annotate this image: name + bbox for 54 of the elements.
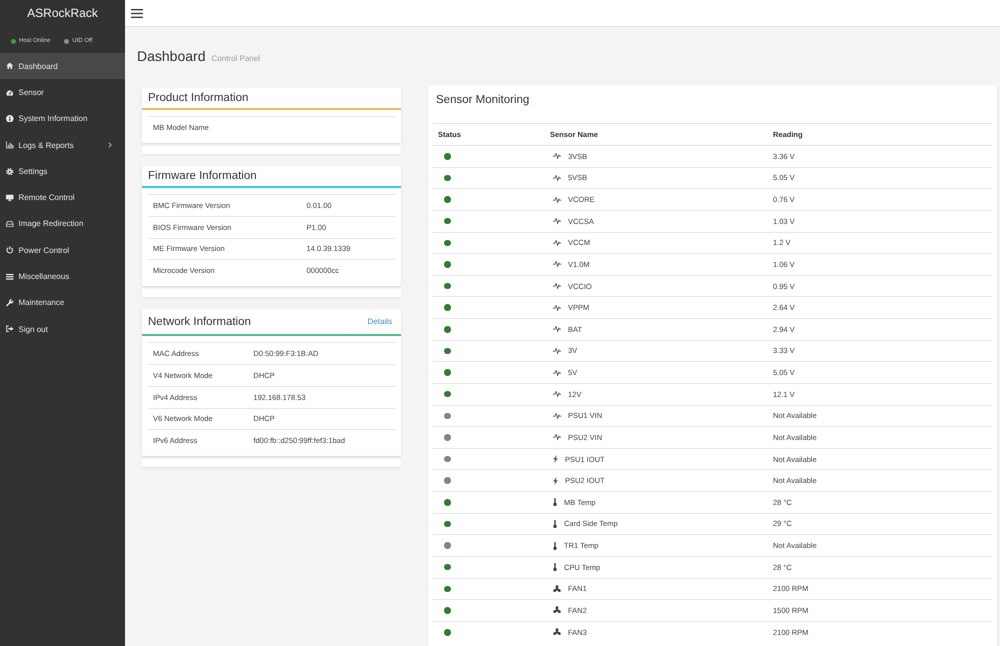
pulse-icon <box>553 391 561 398</box>
fan-icon <box>553 584 561 593</box>
power-icon <box>6 246 14 254</box>
fan-icon <box>553 606 561 614</box>
brand-title: ASRockRack <box>27 6 98 20</box>
gear-icon <box>6 168 14 176</box>
pulse-icon <box>553 370 561 376</box>
info-icon <box>6 114 14 122</box>
card-title: Firmware Information <box>148 169 257 184</box>
pulse-icon <box>553 261 561 268</box>
pulse-icon <box>553 326 561 332</box>
nav-item[interactable]: Maintenance <box>0 290 125 316</box>
nav-item[interactable]: Miscellaneous <box>0 263 125 290</box>
wrench-icon <box>6 299 14 307</box>
drive-icon <box>6 220 14 228</box>
pulse-icon <box>553 153 561 160</box>
home-icon <box>6 62 14 70</box>
bar-chart-icon <box>6 141 14 149</box>
list-icon <box>6 272 14 280</box>
thermometer-icon <box>553 498 557 506</box>
bolt-icon <box>553 476 558 485</box>
pulse-icon <box>553 434 561 440</box>
fan-icon <box>553 628 561 636</box>
pulse-icon <box>553 240 561 246</box>
nav-item[interactable]: Remote Control <box>0 184 125 211</box>
monitor-icon <box>6 194 14 202</box>
gauge-icon <box>6 88 14 96</box>
pulse-icon <box>553 174 561 181</box>
nav-item[interactable]: Sensor <box>0 79 125 106</box>
card-title: Product Information <box>148 91 248 105</box>
page-subtitle: Control Panel <box>212 54 260 63</box>
card-title: Sensor Monitoring <box>436 94 530 106</box>
nav-item[interactable]: Dashboard <box>0 53 125 80</box>
pulse-icon <box>553 304 561 311</box>
pulse-icon <box>553 196 561 203</box>
thermometer-icon <box>553 542 557 550</box>
nav-item[interactable]: Power Control <box>0 237 125 264</box>
bolt-icon <box>553 455 558 464</box>
pulse-icon <box>553 348 561 354</box>
sign-out-icon <box>6 325 14 333</box>
nav-item[interactable]: Sign out <box>0 316 125 342</box>
details-link[interactable]: Details <box>368 312 392 332</box>
pulse-icon <box>553 412 561 419</box>
nav-item[interactable]: Image Redirection <box>0 210 125 238</box>
page-title: Dashboard <box>137 47 206 66</box>
thermometer-icon <box>553 563 557 572</box>
nav-item[interactable]: Logs & Reports <box>0 132 125 158</box>
nav-item[interactable]: Settings <box>0 158 125 184</box>
nav-item[interactable]: System Information <box>0 106 125 132</box>
pulse-icon <box>553 218 561 224</box>
card-title: Network Information <box>148 314 251 329</box>
pulse-icon <box>553 283 561 290</box>
thermometer-icon <box>553 520 557 528</box>
menu-icon[interactable] <box>131 8 143 18</box>
